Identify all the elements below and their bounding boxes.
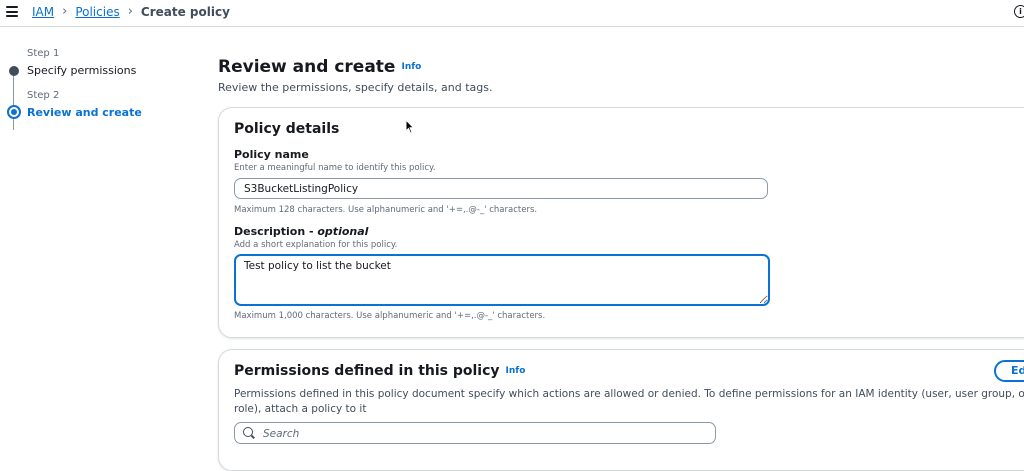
- description-constraint: Maximum 1,000 characters. Use alphanumer…: [234, 311, 546, 321]
- policy-details-title: Policy details: [234, 121, 340, 137]
- chevron-right-icon: ›: [62, 4, 68, 19]
- step-current-icon: [7, 105, 21, 119]
- policy-name-label: Policy name: [234, 148, 309, 161]
- wizard-steps: Step 1 Specify permissions Step 2 Review…: [0, 27, 200, 441]
- breadcrumb-policies-link[interactable]: Policies: [75, 5, 119, 19]
- description-label: Description - optional: [234, 225, 368, 238]
- permissions-description: Permissions defined in this policy docum…: [234, 388, 1024, 415]
- breadcrumb: IAM › Policies › Create policy: [32, 4, 230, 19]
- step-2-number: Step 2: [27, 90, 60, 101]
- step-1-title[interactable]: Specify permissions: [27, 64, 136, 77]
- permissions-container: Permissions defined in this policy Info E…: [218, 349, 1024, 471]
- page-subtitle: Review the permissions, specify details,…: [218, 81, 493, 94]
- policy-details-container: Policy details Policy name Enter a meani…: [218, 107, 1024, 338]
- policy-name-description: Enter a meaningful name to identify this…: [234, 163, 436, 173]
- description-hint: Add a short explanation for this policy.: [234, 240, 398, 250]
- header-info-link[interactable]: Info: [401, 62, 421, 72]
- step-completed-icon: [9, 66, 19, 76]
- description-textarea[interactable]: Test policy to list the bucket: [234, 254, 770, 306]
- permissions-info-link[interactable]: Info: [506, 366, 526, 376]
- mouse-pointer-icon: [405, 119, 415, 134]
- info-circle-icon[interactable]: i: [1014, 5, 1024, 18]
- permissions-title-text: Permissions defined in this policy: [234, 363, 500, 379]
- optional-tag: optional: [317, 225, 369, 238]
- page-title: Review and create Info: [218, 57, 421, 77]
- policy-name-constraint: Maximum 128 characters. Use alphanumeric…: [234, 205, 538, 215]
- step-2-title: Review and create: [27, 106, 142, 119]
- permissions-title: Permissions defined in this policy Info: [234, 363, 525, 379]
- step-1-number: Step 1: [27, 48, 60, 59]
- breadcrumb-iam-link[interactable]: IAM: [32, 5, 54, 19]
- page-title-text: Review and create: [218, 57, 396, 77]
- edit-button[interactable]: Edit: [994, 360, 1024, 382]
- chevron-right-icon: ›: [127, 4, 133, 19]
- step-connector: [13, 75, 14, 130]
- top-navigation-bar: IAM › Policies › Create policy i: [0, 0, 1024, 27]
- search-input[interactable]: [261, 425, 705, 443]
- policy-name-input[interactable]: [234, 178, 768, 199]
- search-icon: [243, 427, 253, 437]
- hamburger-menu-icon[interactable]: [6, 6, 18, 17]
- description-label-text: Description -: [234, 225, 318, 238]
- breadcrumb-current: Create policy: [140, 4, 230, 19]
